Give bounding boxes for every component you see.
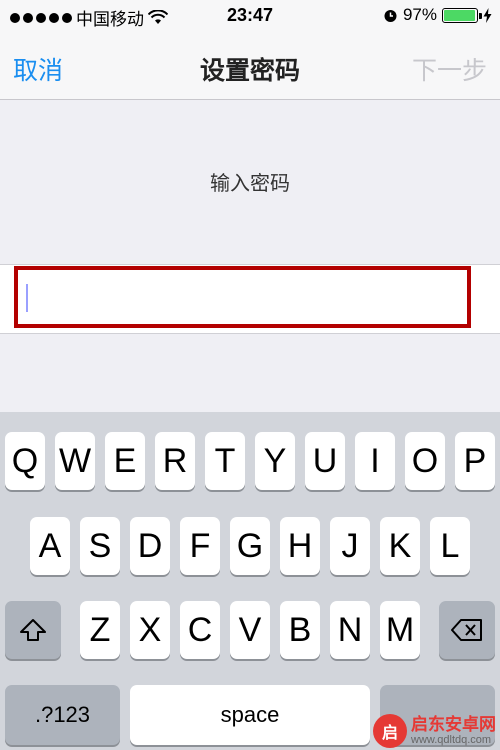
password-prompt: 输入密码 [210, 173, 290, 195]
key-u[interactable]: U [305, 432, 345, 490]
next-step-button[interactable]: 下一步 [412, 51, 487, 87]
key-t[interactable]: T [205, 432, 245, 490]
status-bar: 中国移动 23:47 97% [0, 0, 500, 33]
key-b[interactable]: B [280, 601, 320, 659]
shift-key[interactable] [5, 601, 61, 659]
battery-percent: 97% [402, 5, 437, 24]
status-right: 97% [383, 5, 492, 25]
watermark-logo-icon: 启 [373, 714, 407, 748]
key-o[interactable]: O [405, 432, 445, 490]
password-input[interactable] [14, 266, 471, 328]
backspace-icon [451, 619, 482, 641]
key-s[interactable]: S [80, 517, 120, 575]
battery-icon [442, 7, 482, 23]
key-k[interactable]: K [380, 517, 420, 575]
numbers-key[interactable]: .?123 [5, 685, 120, 745]
space-key[interactable]: space [130, 685, 370, 745]
key-r[interactable]: R [155, 432, 195, 490]
key-i[interactable]: I [355, 432, 395, 490]
key-q[interactable]: Q [5, 432, 45, 490]
text-cursor [26, 284, 28, 312]
key-c[interactable]: C [180, 601, 220, 659]
key-e[interactable]: E [105, 432, 145, 490]
watermark-url: www.qdltdq.com [411, 734, 492, 747]
backspace-key[interactable] [439, 601, 495, 659]
key-h[interactable]: H [280, 517, 320, 575]
key-d[interactable]: D [130, 517, 170, 575]
key-v[interactable]: V [230, 601, 270, 659]
watermark-site: 启东安卓网 [411, 714, 496, 734]
key-y[interactable]: Y [255, 432, 295, 490]
key-j[interactable]: J [330, 517, 370, 575]
key-l[interactable]: L [430, 517, 470, 575]
key-a[interactable]: A [30, 517, 70, 575]
key-n[interactable]: N [330, 601, 370, 659]
shift-icon [20, 619, 46, 641]
watermark: 启 启东安卓网 www.qdltdq.com [373, 714, 496, 748]
key-x[interactable]: X [130, 601, 170, 659]
key-f[interactable]: F [180, 517, 220, 575]
navigation-bar: 取消 设置密码 下一步 [0, 33, 500, 100]
key-p[interactable]: P [455, 432, 495, 490]
key-z[interactable]: Z [80, 601, 120, 659]
alarm-clock-icon [384, 9, 397, 22]
key-m[interactable]: M [380, 601, 420, 659]
key-w[interactable]: W [55, 432, 95, 490]
charging-icon [483, 7, 492, 23]
key-g[interactable]: G [230, 517, 270, 575]
keyboard: Q W E R T Y U I O P A S D F G H J K L Z X C V B N M .?123 space [0, 412, 500, 750]
